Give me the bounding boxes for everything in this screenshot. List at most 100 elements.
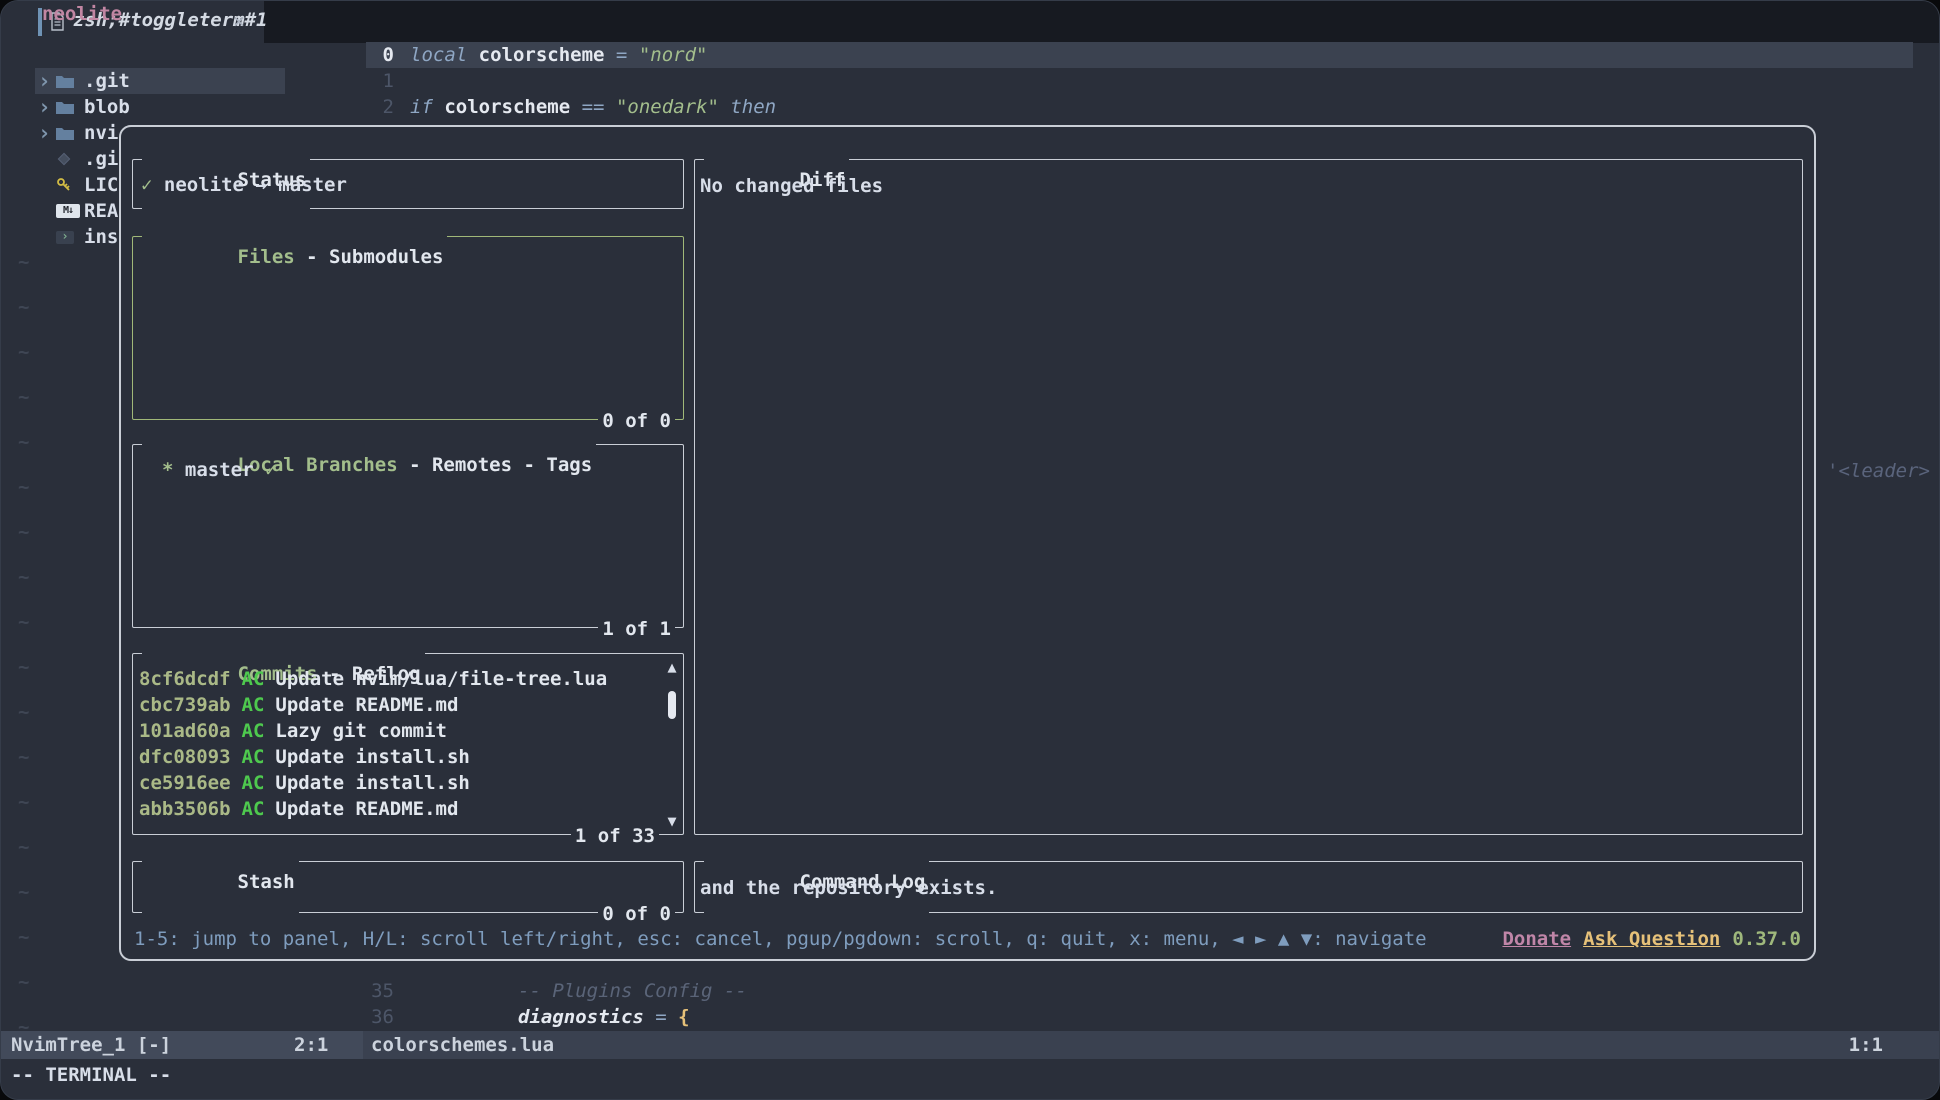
indent-spacer	[35, 225, 56, 249]
tilde-marker: ~	[18, 474, 29, 500]
commit-row[interactable]: ce5916eeACUpdate install.sh	[139, 770, 657, 796]
tree-item-label: .git	[84, 70, 130, 92]
diff-content: No changed files	[700, 173, 883, 199]
code-token: =	[604, 44, 638, 66]
tilde-marker: ~	[18, 609, 29, 635]
code-line-2[interactable]: 2if colorscheme == "onedark" then	[366, 94, 1915, 120]
code-token: colorscheme	[444, 96, 570, 118]
statusline-cursor-position: 1:1	[1849, 1031, 1883, 1059]
tabline: zsh;#toggleterm#1 ×	[1, 1, 1939, 43]
statusline-tree-position: 2:1	[294, 1031, 328, 1059]
line-number: 1	[366, 70, 394, 92]
indent-spacer	[35, 199, 56, 223]
markdown-icon: M↓	[56, 204, 84, 218]
code-token: "nord"	[639, 44, 708, 66]
lazygit-statusbar: 1-5: jump to panel, H/L: scroll left/rig…	[134, 926, 1801, 952]
donate-link[interactable]: Donate	[1502, 928, 1571, 950]
commit-row[interactable]: 101ad60aACLazy git commit	[139, 718, 657, 744]
commit-author-tag: AC	[242, 798, 265, 820]
tab-files[interactable]: Files	[238, 246, 295, 268]
branch-row[interactable]: * master ✓	[162, 457, 276, 483]
status-line: ✓ neolite → master	[141, 172, 347, 198]
scroll-down-icon[interactable]: ▼	[664, 812, 680, 830]
diff-panel[interactable]: Diff No changed files	[694, 159, 1803, 835]
command-log-panel[interactable]: Command Log and the repository exists.	[694, 861, 1803, 913]
code-line-1[interactable]: 1	[366, 68, 1915, 94]
scroll-up-icon[interactable]: ▲	[664, 658, 680, 676]
code-token: ==	[570, 96, 616, 118]
line-number: 0	[366, 44, 394, 66]
tilde-marker: ~	[18, 654, 29, 680]
tabline-fill	[264, 1, 1939, 43]
tilde-marker: ~	[18, 339, 29, 365]
code-line-36[interactable]: 36diagnostics = {	[366, 1004, 1915, 1030]
scrollbar-thumb[interactable]	[668, 691, 676, 719]
tree-root-folder[interactable]: neolite	[42, 1, 122, 27]
commits-panel[interactable]: Commits - Reflog 8cf6dcdfACUpdate nvim/l…	[132, 653, 684, 835]
commit-row[interactable]: cbc739abACUpdate README.md	[139, 692, 657, 718]
commit-message: Update README.md	[275, 798, 458, 820]
commit-hash: cbc739ab	[139, 694, 231, 716]
files-panel-title: Files - Submodules	[142, 224, 447, 290]
commit-row[interactable]: dfc08093 AC Update install.sh	[139, 744, 657, 770]
tree-item-label: REA	[84, 200, 118, 222]
code-token: {	[678, 1006, 689, 1028]
tree-item-label: blob	[84, 96, 130, 118]
code-line-35[interactable]: 35 -- Plugins Config --	[366, 978, 1915, 1004]
code-line-0[interactable]: 0local colorscheme = "nord"	[366, 42, 1915, 68]
files-count: 0 of 0	[598, 410, 675, 432]
tab-remotes-tags[interactable]: - Remotes - Tags	[398, 454, 592, 476]
code-token: if	[410, 96, 444, 118]
chevron-right-icon: ›	[35, 121, 56, 145]
commit-row[interactable]: abb3506b AC Update README.md	[139, 796, 657, 822]
code-comment: -- Plugins Config --	[518, 980, 747, 1002]
files-panel[interactable]: Files - Submodules 0 of 0	[132, 236, 684, 420]
status-text: neolite → master	[164, 174, 347, 196]
branches-count: 1 of 1	[598, 618, 675, 640]
commit-hash: ce5916ee	[139, 772, 231, 794]
ask-question-link[interactable]: Ask Question	[1583, 928, 1720, 950]
tree-item-blob-folder[interactable]: › blob	[35, 94, 285, 120]
commit-message: Update install.sh	[275, 746, 469, 768]
panel-title-text: Stash	[238, 871, 295, 893]
clipped-code-fragment: '<leader>	[1827, 458, 1930, 484]
check-icon: ✓	[141, 174, 152, 196]
tab-close-icon[interactable]: ×	[233, 9, 245, 33]
branch-name: master	[173, 459, 265, 481]
commit-row[interactable]: 8cf6dcdfACUpdate nvim/lua/file-tree.lua	[139, 666, 657, 692]
commit-hash: abb3506b	[139, 798, 231, 820]
tree-item-git-folder[interactable]: › .git	[35, 68, 285, 94]
commit-author-tag: AC	[242, 772, 265, 794]
status-panel[interactable]: Status ✓ neolite → master	[132, 159, 684, 209]
line-number: 2	[366, 96, 394, 118]
commit-hash: dfc08093	[139, 746, 231, 768]
branches-panel[interactable]: Local Branches - Remotes - Tags * master…	[132, 444, 684, 628]
chevron-right-icon: ›	[35, 95, 56, 119]
tree-item-label: nvi	[84, 122, 118, 144]
stash-count: 0 of 0	[598, 903, 675, 925]
diff-text: No changed files	[700, 175, 883, 197]
scrollbar[interactable]: ▲ ▼	[664, 658, 680, 830]
tilde-marker: ~	[18, 384, 29, 410]
line-number: 35	[366, 980, 394, 1002]
line-number: 36	[366, 1006, 394, 1028]
commit-author-tag: AC	[242, 746, 265, 768]
code-token: =	[644, 1006, 678, 1028]
tilde-marker: ~	[18, 249, 29, 275]
tilde-marker: ~	[18, 834, 29, 860]
commit-hash: 8cf6dcdf	[139, 668, 231, 690]
tilde-marker: ~	[18, 429, 29, 455]
tilde-marker: ~	[18, 744, 29, 770]
commit-author-tag: AC	[242, 720, 265, 742]
tab-submodules[interactable]: - Submodules	[295, 246, 444, 268]
statusline-buffer-name: NvimTree_1 [-]	[11, 1031, 171, 1059]
terminal-tab[interactable]: zsh;#toggleterm#1 ×	[1, 1, 264, 43]
stash-panel-title: Stash	[142, 849, 299, 915]
commit-message: Lazy git commit	[275, 720, 447, 742]
indent-spacer	[35, 173, 56, 197]
commit-message: Update nvim/lua/file-tree.lua	[275, 668, 607, 690]
tilde-marker: ~	[18, 879, 29, 905]
check-icon: ✓	[265, 459, 276, 481]
chevron-right-icon: ›	[35, 69, 56, 93]
stash-panel[interactable]: Stash 0 of 0	[132, 861, 684, 913]
